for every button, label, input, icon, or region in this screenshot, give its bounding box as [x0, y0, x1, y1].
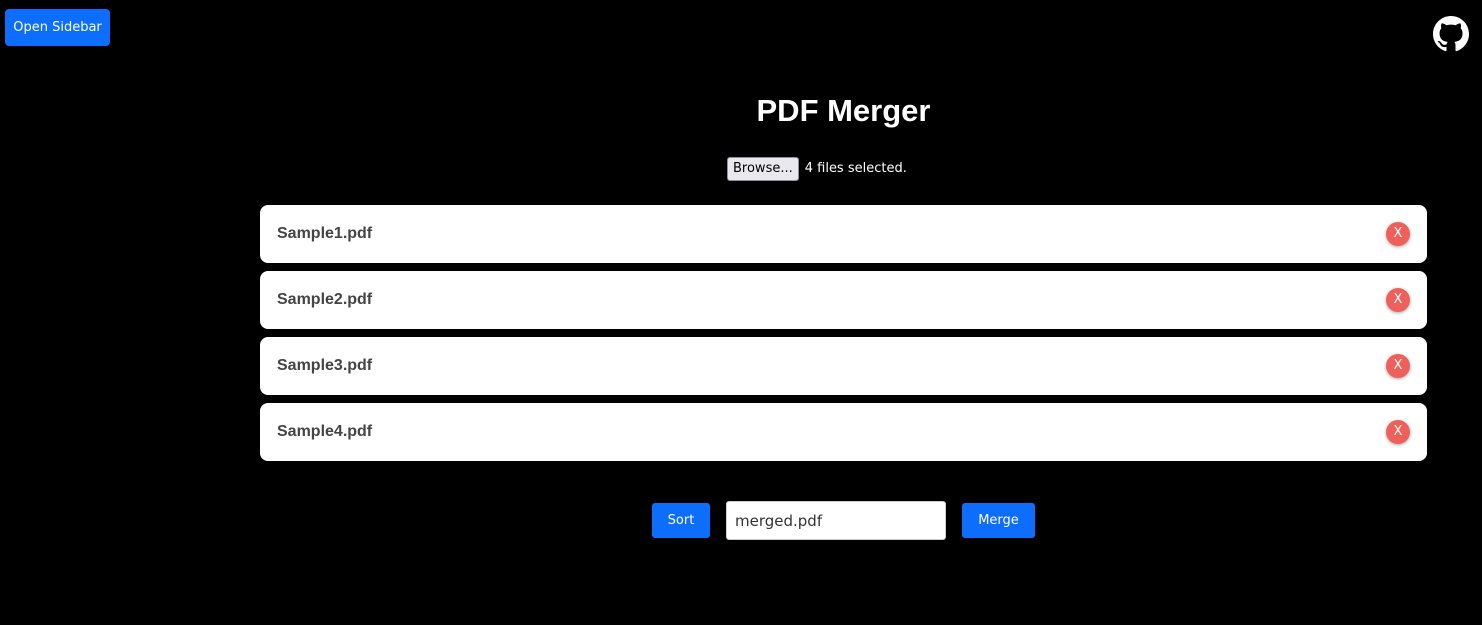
- file-name: Sample3.pdf: [277, 357, 373, 374]
- github-icon: [1433, 16, 1469, 52]
- file-name: Sample1.pdf: [277, 225, 373, 242]
- file-list-item[interactable]: Sample4.pdf X: [260, 403, 1427, 461]
- remove-file-button[interactable]: X: [1386, 222, 1410, 246]
- page-title: PDF Merger: [756, 93, 931, 128]
- output-filename-input[interactable]: [726, 501, 946, 540]
- browse-button[interactable]: Browse...: [727, 157, 799, 181]
- open-sidebar-button[interactable]: Open Sidebar: [5, 9, 110, 46]
- file-name: Sample2.pdf: [277, 291, 373, 308]
- file-list-item[interactable]: Sample2.pdf X: [260, 271, 1427, 329]
- merge-button[interactable]: Merge: [962, 503, 1035, 538]
- file-name: Sample4.pdf: [277, 423, 373, 440]
- remove-file-button[interactable]: X: [1386, 420, 1410, 444]
- file-selection-status: 4 files selected.: [804, 161, 907, 176]
- remove-file-button[interactable]: X: [1386, 354, 1410, 378]
- sort-button[interactable]: Sort: [652, 503, 710, 538]
- file-list-item[interactable]: Sample1.pdf X: [260, 205, 1427, 263]
- file-list: Sample1.pdf X Sample2.pdf X Sample3.pdf …: [260, 205, 1427, 469]
- github-link[interactable]: [1433, 16, 1469, 52]
- remove-file-button[interactable]: X: [1386, 288, 1410, 312]
- app-root: Open Sidebar PDF Merger Browse... 4 file…: [0, 0, 1482, 625]
- file-list-item[interactable]: Sample3.pdf X: [260, 337, 1427, 395]
- merge-actions: Sort Merge: [652, 501, 1035, 540]
- file-input: Browse... 4 files selected.: [727, 157, 907, 181]
